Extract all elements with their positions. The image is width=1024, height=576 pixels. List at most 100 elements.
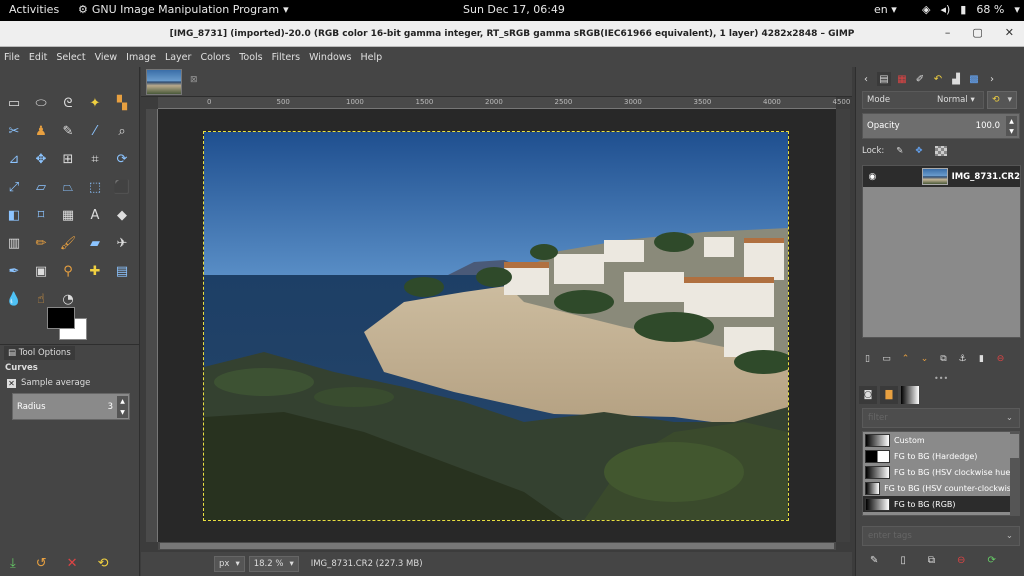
tool-options-tab[interactable]: ▤ Tool Options — [4, 346, 75, 360]
measure-icon[interactable]: ⊿ — [4, 149, 24, 169]
merge-layer-icon[interactable]: ▮ — [976, 354, 987, 364]
chevron-left-icon[interactable]: ‹ — [859, 72, 873, 86]
delete-layer-icon[interactable]: ⊖ — [995, 354, 1006, 364]
text-icon[interactable]: A — [85, 205, 105, 225]
image-canvas[interactable] — [203, 131, 789, 521]
menu-select[interactable]: Select — [56, 52, 85, 63]
bucket-fill-icon[interactable]: ◆ — [112, 205, 132, 225]
rotate-icon[interactable]: ⟳ — [112, 149, 132, 169]
lock-position-icon[interactable]: ✥ — [915, 146, 922, 156]
undo-history-tab-icon[interactable]: ↶ — [931, 72, 945, 86]
sample-average-checkbox[interactable]: ✕ Sample average — [7, 378, 90, 388]
paths-tab-icon[interactable]: ✐ — [913, 72, 927, 86]
language-indicator[interactable]: en ▾ — [874, 3, 897, 16]
scale-icon[interactable]: ⤢ — [4, 177, 24, 197]
brushes-tab-icon[interactable]: ◙ — [859, 386, 877, 404]
gradient-icon[interactable]: ▥ — [4, 233, 24, 253]
spin-up-icon[interactable]: ▲ — [120, 398, 125, 405]
spin-up-icon[interactable]: ▲ — [1009, 118, 1014, 125]
menu-file[interactable]: File — [4, 52, 20, 63]
cage-transform-icon[interactable]: ⌑ — [31, 205, 51, 225]
menu-colors[interactable]: Colors — [200, 52, 230, 63]
dock-separator[interactable]: ••• — [934, 374, 948, 383]
scrollbar-thumb[interactable] — [160, 543, 834, 549]
list-item[interactable]: FG to BG (HSV clockwise hue) — [863, 464, 1019, 480]
perspective-icon[interactable]: ⏢ — [58, 177, 78, 197]
histogram-tab-icon[interactable]: ▟ — [949, 72, 963, 86]
pencil-icon[interactable]: ✏ — [31, 233, 51, 253]
blur-sharpen-icon[interactable]: 💧 — [4, 289, 24, 309]
duplicate-layer-icon[interactable]: ⧉ — [938, 354, 949, 364]
crop-icon[interactable]: ⌗ — [85, 149, 105, 169]
image-tab-thumbnail[interactable] — [146, 69, 182, 95]
layers-tab-icon[interactable]: ▤ — [877, 72, 891, 86]
paintbrush-icon[interactable]: 🖌 — [58, 233, 78, 253]
refresh-gradients-icon[interactable]: ⟳ — [987, 555, 995, 566]
eraser-icon[interactable]: ▰ — [85, 233, 105, 253]
warp-transform-icon[interactable]: ▦ — [58, 205, 78, 225]
radius-spinner[interactable]: Radius 3 ▲ ▼ — [12, 393, 130, 420]
close-button[interactable]: ✕ — [1005, 26, 1014, 39]
list-item[interactable]: FG to BG (Hardedge) — [863, 448, 1019, 464]
zoom-icon[interactable]: ⌕ — [112, 121, 132, 141]
dodge-burn-icon[interactable]: ◔ — [58, 289, 78, 309]
fg-bg-colors[interactable] — [45, 307, 90, 342]
clock[interactable]: Sun Dec 17, 06:49 — [463, 3, 565, 16]
maximize-button[interactable]: ▢ — [972, 26, 982, 39]
layer-mode-select[interactable]: Mode Normal ▾ — [862, 91, 984, 109]
menu-edit[interactable]: Edit — [29, 52, 47, 63]
unit-select[interactable]: px ▾ — [214, 556, 245, 572]
paths-icon[interactable]: ✎ — [58, 121, 78, 141]
new-gradient-icon[interactable]: ▯ — [900, 555, 906, 566]
edit-gradient-icon[interactable]: ✎ — [870, 555, 878, 566]
spin-down-icon[interactable]: ▼ — [1009, 128, 1014, 135]
scrollbar-thumb[interactable] — [1010, 434, 1019, 458]
airbrush-icon[interactable]: ✈ — [112, 233, 132, 253]
rect-select-icon[interactable]: ▭ — [4, 93, 24, 113]
delete-gradient-icon[interactable]: ⊖ — [957, 555, 965, 566]
perspective-clone-icon[interactable]: ▤ — [112, 261, 132, 281]
flip-icon[interactable]: ◧ — [4, 205, 24, 225]
patterns-tab-icon[interactable]: ▇ — [880, 386, 898, 404]
shear-icon[interactable]: ▱ — [31, 177, 51, 197]
gradient-filter-input[interactable]: filter ⌄ — [862, 408, 1020, 428]
tag-input[interactable]: enter tags ⌄ — [862, 526, 1020, 546]
gradient-list-scrollbar[interactable] — [1010, 432, 1019, 515]
duplicate-gradient-icon[interactable]: ⧉ — [928, 555, 935, 566]
canvas-viewport[interactable] — [158, 109, 836, 542]
chevron-right-icon[interactable]: › — [985, 72, 999, 86]
foreground-select-icon[interactable]: ♟ — [31, 121, 51, 141]
scissors-select-icon[interactable]: ✂ — [4, 121, 24, 141]
raise-layer-icon[interactable]: ⌃ — [900, 354, 911, 364]
close-tab-icon[interactable]: ⊠ — [190, 75, 198, 85]
align-icon[interactable]: ⊞ — [58, 149, 78, 169]
color-picker-icon[interactable]: ⁄ — [85, 121, 105, 141]
anchor-layer-icon[interactable]: ⚓ — [957, 354, 968, 364]
lock-pixels-icon[interactable]: ✎ — [896, 146, 903, 156]
spin-down-icon[interactable]: ▼ — [120, 409, 125, 416]
chevron-down-icon[interactable]: ⌄ — [1006, 413, 1013, 423]
foreground-color-swatch[interactable] — [47, 307, 75, 329]
menu-help[interactable]: Help — [361, 52, 383, 63]
chevron-down-icon[interactable]: ⌄ — [1006, 531, 1013, 541]
list-item[interactable]: Custom — [863, 432, 1019, 448]
list-item[interactable]: FG to BG (RGB) — [863, 496, 1019, 512]
vertical-scrollbar[interactable] — [836, 109, 850, 542]
menu-layer[interactable]: Layer — [165, 52, 192, 63]
menu-tools[interactable]: Tools — [239, 52, 262, 63]
app-menu[interactable]: ⚙ GNU Image Manipulation Program ▾ — [78, 3, 289, 16]
opacity-spinner[interactable]: Opacity 100.0 ▲ ▼ — [862, 113, 1020, 139]
list-item[interactable]: FG to BG (HSV counter-clockwise) — [863, 480, 1019, 496]
ellipse-select-icon[interactable]: ⬭ — [31, 93, 51, 113]
gradients-tab-icon[interactable] — [901, 386, 919, 404]
channels-tab-icon[interactable]: ▦ — [895, 72, 909, 86]
minimize-button[interactable]: – — [945, 26, 951, 39]
palette-tab-icon[interactable]: ▩ — [967, 72, 981, 86]
new-group-icon[interactable]: ▭ — [881, 354, 892, 364]
reset-options-icon[interactable]: ⟲ — [98, 556, 109, 571]
zoom-select[interactable]: 18.2 % ▾ — [248, 556, 299, 572]
free-select-icon[interactable]: ᘓ — [58, 93, 78, 113]
eye-icon[interactable]: ◉ — [863, 172, 882, 182]
layer-row[interactable]: ◉ IMG_8731.CR2 — [863, 166, 1020, 187]
activities-button[interactable]: Activities — [9, 3, 59, 16]
